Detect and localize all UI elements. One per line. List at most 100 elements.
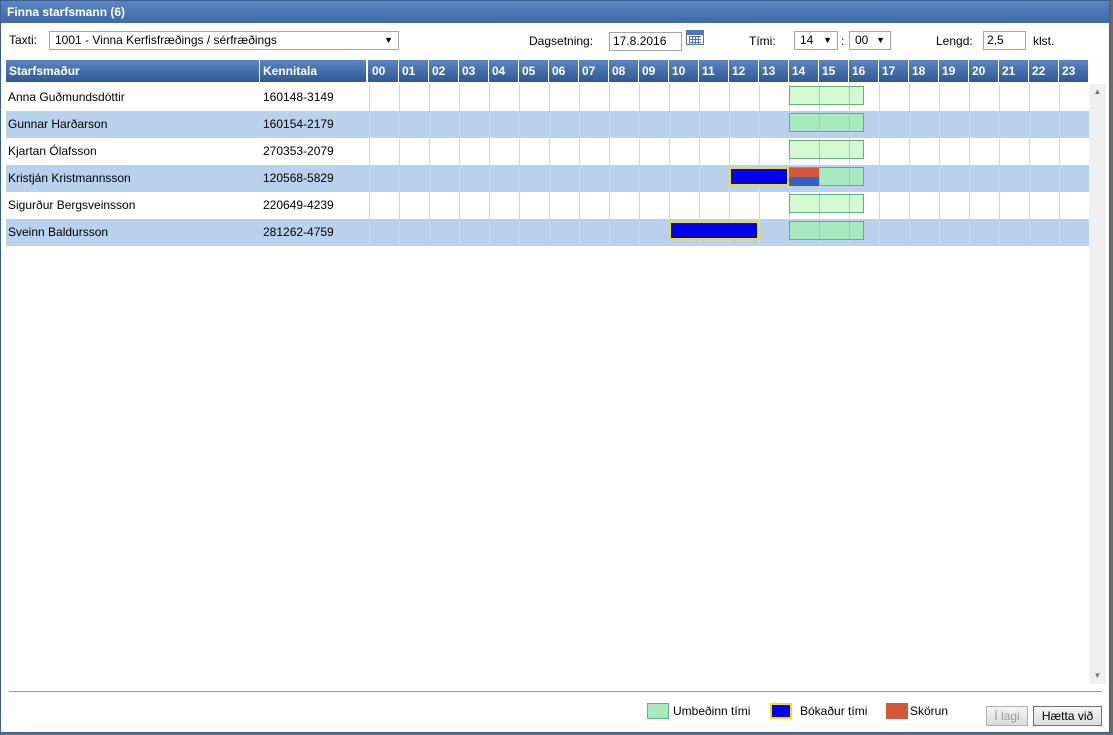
- hour-cell[interactable]: [369, 165, 399, 192]
- hour-cell[interactable]: [399, 84, 429, 111]
- date-input[interactable]: 17.8.2016: [609, 32, 682, 51]
- hour-cell[interactable]: [729, 192, 759, 219]
- hour-cell[interactable]: [369, 192, 399, 219]
- hour-cell[interactable]: [429, 192, 459, 219]
- hour-cell[interactable]: [579, 192, 609, 219]
- hour-cell[interactable]: [489, 165, 519, 192]
- hour-cell[interactable]: [1059, 84, 1089, 111]
- hour-cell[interactable]: [369, 138, 399, 165]
- hour-cell[interactable]: [399, 138, 429, 165]
- hour-cell[interactable]: [669, 138, 699, 165]
- hour-cell[interactable]: [999, 165, 1029, 192]
- hour-cell[interactable]: [759, 111, 789, 138]
- hour-cell[interactable]: [1059, 138, 1089, 165]
- hour-cell[interactable]: [489, 192, 519, 219]
- table-row[interactable]: Kristján Kristmannsson 120568-5829: [6, 165, 1089, 192]
- hour-cell[interactable]: [729, 84, 759, 111]
- hour-cell[interactable]: [969, 192, 999, 219]
- hour-cell[interactable]: [429, 165, 459, 192]
- hour-cell[interactable]: [699, 192, 729, 219]
- hour-cell[interactable]: [879, 219, 909, 246]
- hour-cell[interactable]: [579, 138, 609, 165]
- hour-cell[interactable]: [429, 138, 459, 165]
- hour-cell[interactable]: [999, 84, 1029, 111]
- hour-cell[interactable]: [969, 111, 999, 138]
- hour-cell[interactable]: [879, 138, 909, 165]
- hour-cell[interactable]: [1029, 219, 1059, 246]
- hour-cell[interactable]: [999, 219, 1029, 246]
- hour-cell[interactable]: [579, 219, 609, 246]
- hour-cell[interactable]: [999, 111, 1029, 138]
- hour-cell[interactable]: [579, 165, 609, 192]
- table-row[interactable]: Sveinn Baldursson 281262-4759: [6, 219, 1089, 246]
- hour-cell[interactable]: [639, 84, 669, 111]
- hour-cell[interactable]: [669, 165, 699, 192]
- hour-cell[interactable]: [639, 111, 669, 138]
- ok-button[interactable]: Í lagi: [986, 706, 1028, 726]
- hour-cell[interactable]: [729, 111, 759, 138]
- hour-cell[interactable]: [759, 138, 789, 165]
- hour-cell[interactable]: [1059, 192, 1089, 219]
- hour-cell[interactable]: [879, 111, 909, 138]
- hour-cell[interactable]: [639, 219, 669, 246]
- hour-cell[interactable]: [1029, 192, 1059, 219]
- minute-select[interactable]: 00 ▼: [849, 31, 891, 50]
- hour-cell[interactable]: [549, 192, 579, 219]
- hour-cell[interactable]: [429, 84, 459, 111]
- table-row[interactable]: Kjartan Ólafsson 270353-2079: [6, 138, 1089, 165]
- hour-cell[interactable]: [369, 111, 399, 138]
- hour-cell[interactable]: [879, 84, 909, 111]
- hour-cell[interactable]: [759, 192, 789, 219]
- hour-cell[interactable]: [609, 138, 639, 165]
- hour-cell[interactable]: [759, 219, 789, 246]
- hour-cell[interactable]: [969, 165, 999, 192]
- hour-cell[interactable]: [549, 219, 579, 246]
- hour-cell[interactable]: [459, 165, 489, 192]
- hour-cell[interactable]: [1029, 84, 1059, 111]
- hour-cell[interactable]: [879, 192, 909, 219]
- hour-cell[interactable]: [939, 84, 969, 111]
- hour-cell[interactable]: [939, 165, 969, 192]
- hour-cell[interactable]: [879, 165, 909, 192]
- hour-cell[interactable]: [909, 192, 939, 219]
- hour-cell[interactable]: [939, 138, 969, 165]
- hour-cell[interactable]: [399, 219, 429, 246]
- hour-cell[interactable]: [429, 219, 459, 246]
- hour-cell[interactable]: [1059, 219, 1089, 246]
- hour-cell[interactable]: [519, 138, 549, 165]
- hour-select[interactable]: 14 ▼: [794, 31, 838, 50]
- hour-cell[interactable]: [909, 84, 939, 111]
- hour-cell[interactable]: [699, 111, 729, 138]
- hour-cell[interactable]: [459, 84, 489, 111]
- hour-cell[interactable]: [549, 138, 579, 165]
- hour-cell[interactable]: [999, 138, 1029, 165]
- hour-cell[interactable]: [459, 111, 489, 138]
- hour-cell[interactable]: [609, 111, 639, 138]
- hour-cell[interactable]: [519, 111, 549, 138]
- hour-cell[interactable]: [669, 192, 699, 219]
- calendar-icon[interactable]: [686, 30, 704, 45]
- hour-cell[interactable]: [459, 138, 489, 165]
- cancel-button[interactable]: Hætta við: [1033, 706, 1102, 726]
- hour-cell[interactable]: [969, 138, 999, 165]
- hour-cell[interactable]: [399, 192, 429, 219]
- hour-cell[interactable]: [369, 219, 399, 246]
- hour-cell[interactable]: [369, 84, 399, 111]
- hour-cell[interactable]: [489, 111, 519, 138]
- hour-cell[interactable]: [639, 192, 669, 219]
- hour-cell[interactable]: [999, 192, 1029, 219]
- hour-cell[interactable]: [639, 138, 669, 165]
- taxti-select[interactable]: 1001 - Vinna Kerfisfræðings / sérfræðing…: [49, 31, 399, 50]
- hour-cell[interactable]: [609, 84, 639, 111]
- hour-cell[interactable]: [609, 192, 639, 219]
- hour-cell[interactable]: [639, 165, 669, 192]
- length-input[interactable]: 2,5: [983, 31, 1026, 50]
- column-header-kennitala[interactable]: Kennitala: [260, 60, 368, 82]
- hour-cell[interactable]: [519, 192, 549, 219]
- table-row[interactable]: Anna Guðmundsdóttir 160148-3149: [6, 84, 1089, 111]
- hour-cell[interactable]: [489, 138, 519, 165]
- hour-cell[interactable]: [909, 219, 939, 246]
- table-row[interactable]: Gunnar Harðarson 160154-2179: [6, 111, 1089, 138]
- hour-cell[interactable]: [1029, 165, 1059, 192]
- scroll-up-icon[interactable]: ▲: [1089, 84, 1106, 100]
